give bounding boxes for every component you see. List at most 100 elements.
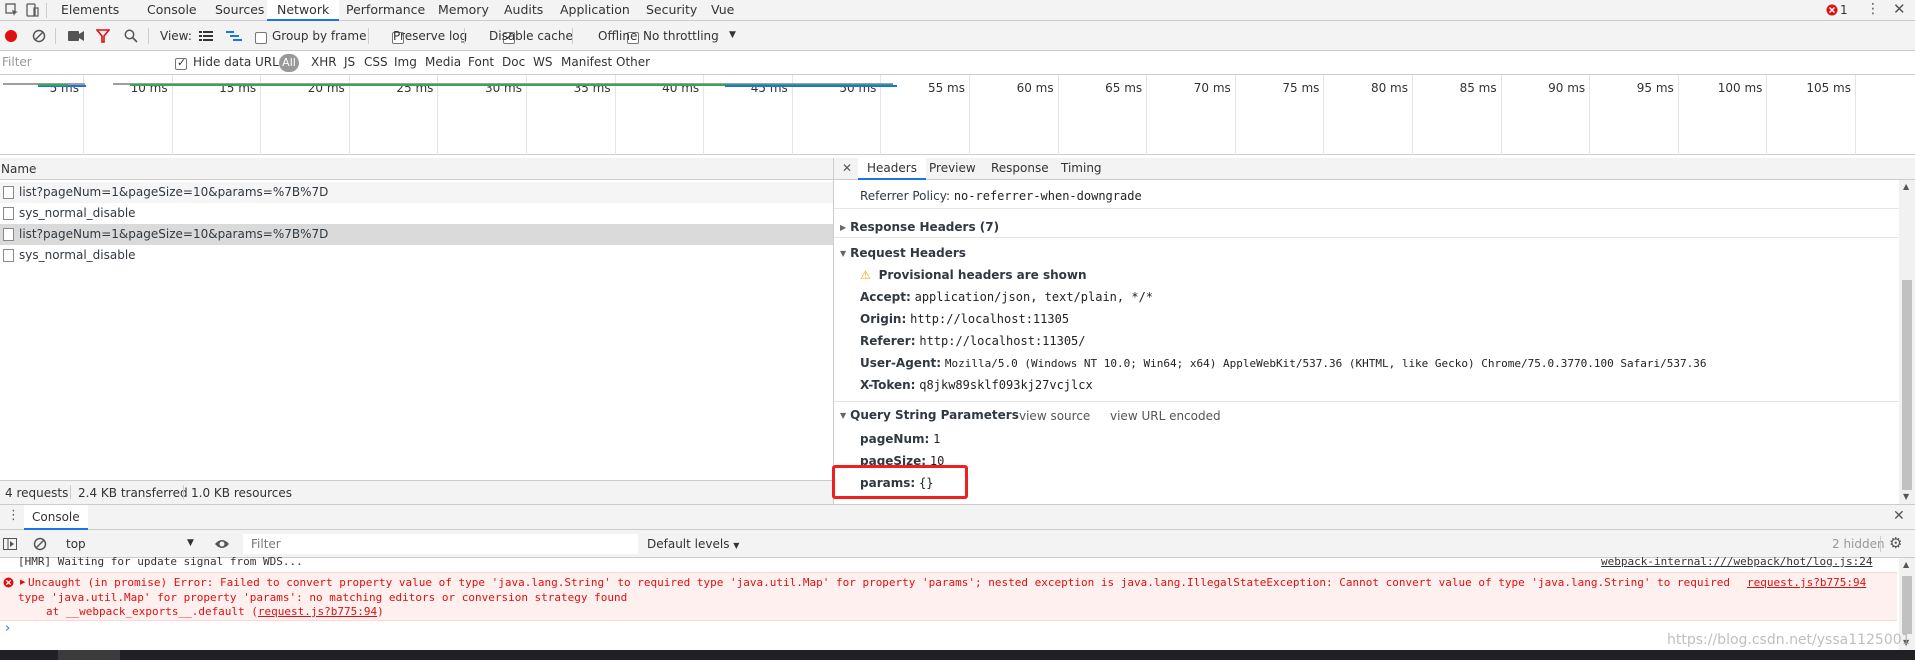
- large-rows-icon[interactable]: [199, 30, 213, 42]
- filter-icon[interactable]: [95, 29, 111, 43]
- show-sidebar-icon[interactable]: [3, 538, 17, 550]
- timeline-overview[interactable]: 5 ms 10 ms 15 ms 20 ms 25 ms 30 ms 35 ms 40 ms 4…: [0, 75, 1915, 155]
- view-source-link[interactable]: view source: [1019, 409, 1090, 423]
- details-scrollbar[interactable]: ▲ ▼: [1899, 180, 1915, 504]
- tab-response[interactable]: Response: [982, 158, 1058, 180]
- type-filter-all[interactable]: All: [279, 54, 299, 72]
- search-icon[interactable]: [124, 29, 138, 43]
- scroll-thumb[interactable]: [1902, 280, 1912, 490]
- tab-vue[interactable]: Vue: [701, 0, 744, 21]
- filter-input[interactable]: Filter: [2, 55, 162, 71]
- devtools-tab-bar: Elements Console Sources Network Perform…: [0, 0, 1915, 21]
- timeline-gridline: [703, 75, 705, 155]
- request-headers-section[interactable]: ▼ Request Headers: [840, 246, 966, 260]
- response-headers-section[interactable]: ▶ Response Headers (7): [840, 220, 999, 234]
- close-drawer-icon[interactable]: ✕: [1893, 508, 1905, 524]
- timeline-gridline: [437, 75, 439, 155]
- clear-icon[interactable]: [32, 29, 46, 43]
- header-x-token: X-Token: q8jkw89sklf093kj27vcjlcx: [860, 378, 1093, 392]
- tab-elements[interactable]: Elements: [51, 0, 129, 21]
- tab-network[interactable]: Network: [267, 0, 340, 21]
- type-filter-manifest[interactable]: Manifest: [561, 55, 612, 69]
- error-count[interactable]: 1: [1840, 3, 1848, 17]
- capture-screenshots-icon[interactable]: [68, 30, 84, 42]
- type-filter-media[interactable]: Media: [425, 55, 461, 69]
- type-filter-css[interactable]: CSS: [364, 55, 388, 69]
- more-options-icon[interactable]: ⋮: [1866, 1, 1880, 17]
- inspect-element-icon[interactable]: [5, 3, 19, 17]
- preserve-log-label: Preserve log: [393, 29, 468, 43]
- triangle-down-icon: ▼: [840, 249, 847, 258]
- request-name: sys_normal_disable: [19, 206, 136, 220]
- timeline-tick-label: 85 ms: [1459, 81, 1497, 95]
- error-icon[interactable]: [1826, 4, 1838, 16]
- device-toolbar-icon[interactable]: [25, 3, 39, 17]
- request-row[interactable]: sys_normal_disable: [0, 203, 833, 224]
- timeline-gridline: [614, 75, 616, 155]
- request-row[interactable]: sys_normal_disable: [0, 245, 833, 266]
- request-row-selected[interactable]: list?pageNum=1&pageSize=10&params=%7B%7D: [0, 224, 833, 245]
- close-devtools-icon[interactable]: ✕: [1893, 0, 1906, 18]
- disable-cache-label: Disable cache: [489, 29, 573, 43]
- tab-console[interactable]: Console: [137, 0, 207, 21]
- timeline-tick-label: 80 ms: [1370, 81, 1408, 95]
- tab-application[interactable]: Application: [550, 0, 640, 21]
- taskbar-strip: [0, 650, 1915, 660]
- type-filter-other[interactable]: Other: [616, 55, 650, 69]
- type-filter-img[interactable]: Img: [394, 55, 417, 69]
- close-details-icon[interactable]: ✕: [842, 161, 852, 175]
- hidden-count: 2 hidden: [1832, 537, 1885, 551]
- request-row[interactable]: list?pageNum=1&pageSize=10&params=%7B%7D: [0, 182, 833, 203]
- tab-security[interactable]: Security: [636, 0, 707, 21]
- expand-triangle-icon[interactable]: ▶: [20, 578, 25, 586]
- query-string-section[interactable]: ▼ Query String Parameters: [840, 408, 1019, 422]
- tab-memory[interactable]: Memory: [428, 0, 499, 21]
- timeline-gridline: [1766, 75, 1768, 155]
- error-message-line: type 'java.util.Map' for property 'param…: [18, 591, 628, 604]
- scroll-up-icon[interactable]: ▲: [1903, 560, 1909, 569]
- header-referer: Referer: http://localhost:11305/: [860, 334, 1086, 348]
- timeline-request-bar: [725, 85, 897, 87]
- clear-console-icon[interactable]: [33, 537, 47, 551]
- timeline-gridline: [1855, 75, 1856, 155]
- type-filter-font[interactable]: Font: [468, 55, 494, 69]
- referrer-policy: Referrer Policy: no-referrer-when-downgr…: [860, 189, 1142, 203]
- type-filter-ws[interactable]: WS: [533, 55, 552, 69]
- overview-waterfall-icon[interactable]: [226, 30, 242, 42]
- console-filter-input[interactable]: Filter: [243, 534, 638, 554]
- drawer-tab-console[interactable]: Console: [24, 505, 88, 530]
- console-message-source[interactable]: webpack-internal:///webpack/hot/log.js:2…: [1601, 555, 1873, 570]
- type-filter-xhr[interactable]: XHR: [311, 55, 337, 69]
- view-label: View:: [160, 29, 192, 43]
- context-select[interactable]: top ▼: [59, 534, 199, 554]
- tab-performance[interactable]: Performance: [336, 0, 435, 21]
- type-filter-js[interactable]: JS: [344, 55, 355, 69]
- timeline-tick-label: 95 ms: [1636, 81, 1674, 95]
- name-column-header[interactable]: Name: [1, 162, 36, 176]
- error-source-link[interactable]: request.js?b775:94: [1747, 576, 1866, 589]
- chevron-down-icon[interactable]: ▼: [729, 30, 736, 40]
- console-settings-gear-icon[interactable]: ⚙: [1889, 534, 1902, 552]
- record-icon[interactable]: [4, 29, 18, 43]
- tab-timing[interactable]: Timing: [1052, 158, 1111, 180]
- group-by-frame-checkbox[interactable]: [255, 31, 267, 44]
- view-url-encoded-link[interactable]: view URL encoded: [1110, 409, 1221, 423]
- throttling-select[interactable]: No throttling: [643, 29, 719, 43]
- drawer-menu-icon[interactable]: ⋮: [7, 508, 20, 523]
- tab-sources[interactable]: Sources: [205, 0, 274, 21]
- tab-audits[interactable]: Audits: [494, 0, 553, 21]
- log-levels-select[interactable]: Default levels ▼: [647, 537, 739, 551]
- stack-source-link[interactable]: request.js?b775:94: [258, 605, 377, 618]
- tab-headers[interactable]: Headers: [858, 158, 926, 180]
- timeline-gridline: [791, 75, 793, 155]
- hide-data-urls-checkbox[interactable]: [175, 56, 187, 70]
- request-list-header: Name: [0, 158, 833, 180]
- console-prompt[interactable]: ›: [5, 621, 10, 636]
- scroll-up-icon[interactable]: ▲: [1903, 182, 1909, 191]
- type-filter-doc[interactable]: Doc: [502, 55, 525, 69]
- scroll-thumb[interactable]: [1902, 576, 1912, 634]
- tab-preview[interactable]: Preview: [920, 158, 985, 180]
- scroll-down-icon[interactable]: ▼: [1903, 492, 1909, 501]
- header-origin: Origin: http://localhost:11305: [860, 312, 1070, 326]
- live-expression-eye-icon[interactable]: [214, 538, 230, 550]
